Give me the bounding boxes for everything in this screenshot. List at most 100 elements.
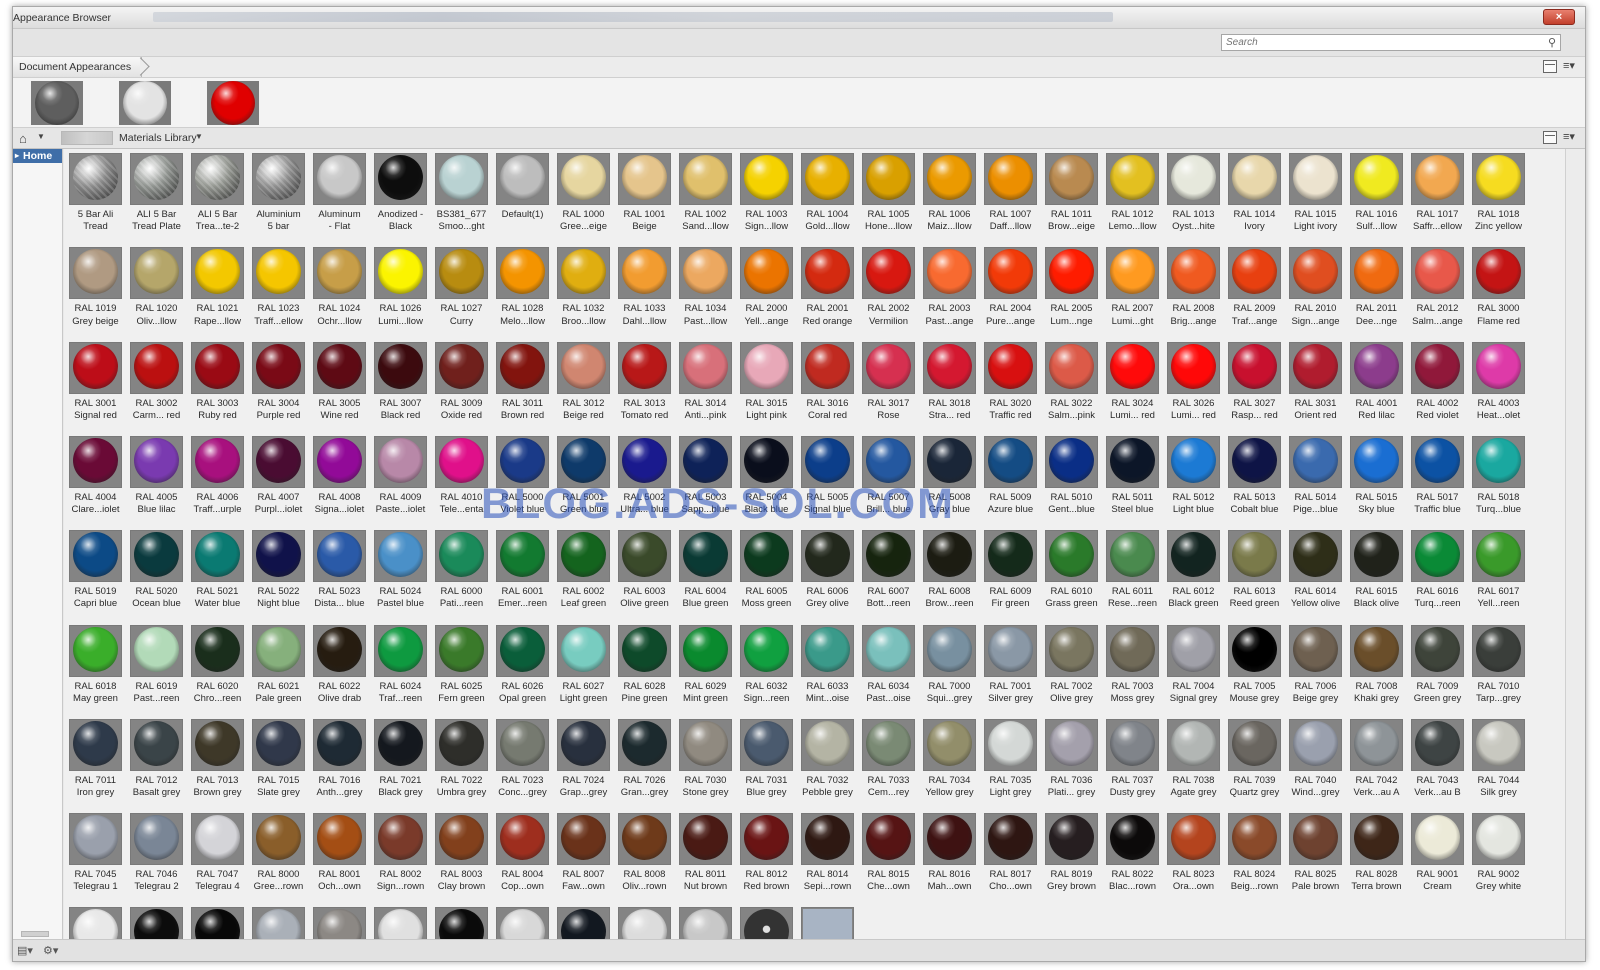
material-tile[interactable]: RAL 5014 Pige...blue [1285,432,1346,526]
material-tile[interactable] [309,903,370,939]
material-tile[interactable] [797,903,858,939]
list-view-icon[interactable]: ≡▾ [1563,60,1579,73]
material-tile[interactable]: RAL 3007 Black red [370,338,431,432]
material-tile[interactable]: RAL 7022 Umbra grey [431,715,492,809]
material-tile[interactable]: RAL 4007 Purpl...iolet [248,432,309,526]
material-tile[interactable]: RAL 3017 Rose [858,338,919,432]
material-tools-icon[interactable]: ⚙▾ [43,944,58,957]
material-tile[interactable]: RAL 9002 Grey white [1468,809,1529,903]
material-tile[interactable] [736,903,797,939]
material-tile[interactable] [431,903,492,939]
material-tile[interactable]: RAL 7005 Mouse grey [1224,621,1285,715]
material-tile[interactable]: RAL 5019 Capri blue [65,526,126,620]
thumbnail-view-icon[interactable] [1543,60,1557,73]
material-tile[interactable]: RAL 7038 Agate grey [1163,715,1224,809]
material-tile[interactable]: ALI 5 Bar Tread Plate [126,149,187,243]
material-tile[interactable]: RAL 8019 Grey brown [1041,809,1102,903]
material-tile[interactable]: RAL 1023 Traff...ellow [248,243,309,337]
material-tile[interactable] [553,903,614,939]
material-tile[interactable]: RAL 7015 Slate grey [248,715,309,809]
material-tile[interactable]: RAL 8007 Faw...own [553,809,614,903]
material-tile[interactable]: RAL 7001 Silver grey [980,621,1041,715]
material-tile[interactable]: RAL 3027 Rasp... red [1224,338,1285,432]
material-tile[interactable]: RAL 7003 Moss grey [1102,621,1163,715]
material-tile[interactable]: RAL 8022 Blac...rown [1102,809,1163,903]
sidebar-scrollbar[interactable] [21,931,49,937]
material-tile[interactable]: RAL 7034 Yellow grey [919,715,980,809]
material-tile[interactable]: RAL 4002 Red violet [1407,338,1468,432]
material-tile[interactable]: RAL 8016 Mah...own [919,809,980,903]
material-tile[interactable]: BS381_677 Smoo...ght [431,149,492,243]
material-tile[interactable]: RAL 7035 Light grey [980,715,1041,809]
material-tile[interactable]: RAL 1006 Maiz...llow [919,149,980,243]
material-tile[interactable]: RAL 8008 Oliv...rown [614,809,675,903]
material-tile[interactable]: RAL 3018 Stra... red [919,338,980,432]
material-tile[interactable]: RAL 6033 Mint...oise [797,621,858,715]
material-tile[interactable]: RAL 7000 Squi...grey [919,621,980,715]
material-tile[interactable]: RAL 5009 Azure blue [980,432,1041,526]
material-tile[interactable]: RAL 8024 Beig...rown [1224,809,1285,903]
material-tile[interactable]: RAL 5013 Cobalt blue [1224,432,1285,526]
title-bar[interactable]: Appearance Browser × [13,7,1585,29]
material-tile[interactable]: RAL 2008 Brig...ange [1163,243,1224,337]
material-tile[interactable]: RAL 7009 Green grey [1407,621,1468,715]
material-tile[interactable]: RAL 7046 Telegrau 2 [126,809,187,903]
material-tile[interactable]: RAL 1014 Ivory [1224,149,1285,243]
material-tile[interactable]: RAL 6025 Fern green [431,621,492,715]
material-tile[interactable]: RAL 3031 Orient red [1285,338,1346,432]
material-tile[interactable]: RAL 6024 Traf...reen [370,621,431,715]
material-tile[interactable]: RAL 3024 Lumi... red [1102,338,1163,432]
material-tile[interactable]: RAL 8017 Cho...own [980,809,1041,903]
material-tile[interactable]: RAL 5021 Water blue [187,526,248,620]
material-tile[interactable]: RAL 6022 Olive drab [309,621,370,715]
material-tile[interactable] [675,903,736,939]
document-appearance-white-matte[interactable] [119,81,171,125]
material-tile[interactable]: RAL 7011 Iron grey [65,715,126,809]
material-tile[interactable]: RAL 8004 Cop...own [492,809,553,903]
material-tile[interactable]: RAL 2000 Yell...ange [736,243,797,337]
material-tile[interactable]: RAL 3022 Salm...pink [1041,338,1102,432]
material-tile[interactable]: RAL 8028 Terra brown [1346,809,1407,903]
material-tile[interactable]: RAL 6011 Rese...reen [1102,526,1163,620]
material-tile[interactable]: RAL 5024 Pastel blue [370,526,431,620]
material-tile[interactable]: RAL 7008 Khaki grey [1346,621,1407,715]
material-tile[interactable]: RAL 5017 Traffic blue [1407,432,1468,526]
material-tile[interactable]: RAL 7023 Conc...grey [492,715,553,809]
library-dropdown-icon[interactable]: ▼ [195,132,203,141]
breadcrumb-document-appearances[interactable]: Document Appearances [13,57,143,77]
new-library-icon[interactable]: ▤▾ [17,944,33,957]
material-tile[interactable]: RAL 2002 Vermilion [858,243,919,337]
material-tile[interactable]: RAL 1019 Grey beige [65,243,126,337]
material-tile[interactable]: RAL 7016 Anth...grey [309,715,370,809]
material-tile[interactable]: RAL 2003 Past...ange [919,243,980,337]
material-tile[interactable] [492,903,553,939]
material-tile[interactable]: RAL 6007 Bott...reen [858,526,919,620]
material-tile[interactable]: RAL 6006 Grey olive [797,526,858,620]
material-tile[interactable]: RAL 5022 Night blue [248,526,309,620]
material-tile[interactable]: RAL 3002 Carm... red [126,338,187,432]
material-tile[interactable]: RAL 7040 Wind...grey [1285,715,1346,809]
material-tile[interactable]: RAL 1001 Beige [614,149,675,243]
material-tile[interactable]: RAL 7030 Stone grey [675,715,736,809]
material-tile[interactable]: RAL 7002 Olive grey [1041,621,1102,715]
material-tile[interactable]: RAL 6001 Emer...reen [492,526,553,620]
search-box[interactable]: ⚲ [1221,34,1561,51]
material-tile[interactable] [65,903,126,939]
material-tile[interactable]: RAL 7045 Telegrau 1 [65,809,126,903]
material-tile[interactable]: RAL 2012 Salm...ange [1407,243,1468,337]
material-tile[interactable]: RAL 8000 Gree...rown [248,809,309,903]
material-tile[interactable]: RAL 6017 Yell...reen [1468,526,1529,620]
material-tile[interactable]: RAL 1026 Lumi...llow [370,243,431,337]
material-tile[interactable]: RAL 6032 Sign...reen [736,621,797,715]
material-tile[interactable]: RAL 7033 Cem...rey [858,715,919,809]
material-tile[interactable]: RAL 1011 Brow...eige [1041,149,1102,243]
material-tile[interactable]: RAL 5020 Ocean blue [126,526,187,620]
material-tile[interactable]: Default(1) [492,149,553,243]
material-tile[interactable]: RAL 8002 Sign...rown [370,809,431,903]
material-tile[interactable] [126,903,187,939]
material-tile[interactable]: RAL 5023 Dista... blue [309,526,370,620]
material-tile[interactable]: RAL 6000 Pati...reen [431,526,492,620]
material-tile[interactable]: RAL 1020 Oliv...llow [126,243,187,337]
material-tile[interactable]: RAL 4009 Paste...iolet [370,432,431,526]
material-tile[interactable] [187,903,248,939]
